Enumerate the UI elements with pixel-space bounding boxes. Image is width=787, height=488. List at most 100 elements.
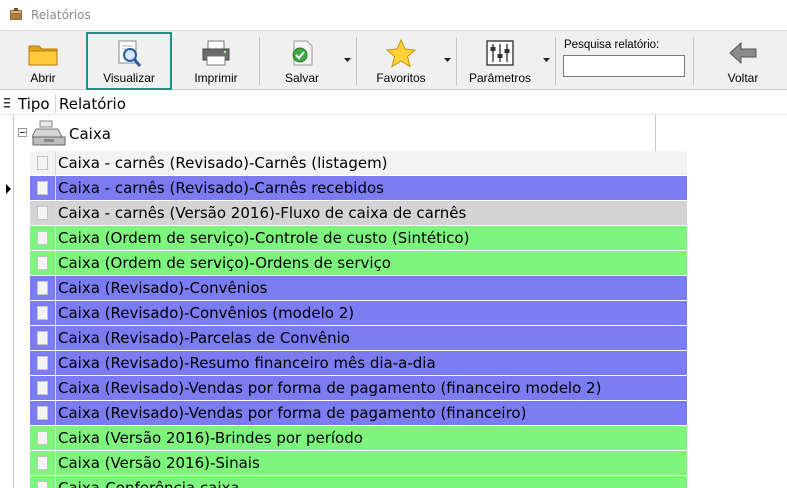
report-row[interactable]: Caixa (Revisado)-Convênios (modelo 2)	[30, 301, 687, 326]
report-row[interactable]: Caixa (Versão 2016)-Sinais	[30, 451, 687, 476]
report-document-icon	[37, 156, 48, 170]
report-rows: Caixa - carnês (Revisado)-Carnês (listag…	[30, 151, 687, 488]
report-name: Caixa (Revisado)-Vendas por forma de pag…	[58, 404, 527, 422]
report-name: Caixa (Revisado)-Convênios	[58, 279, 268, 297]
type-cell	[30, 251, 56, 275]
folder-icon	[28, 45, 58, 66]
report-document-icon	[37, 206, 48, 220]
column-header: Tipo Relatório	[0, 91, 787, 115]
report-document-icon	[37, 231, 48, 245]
report-document-icon	[37, 281, 48, 295]
report-name: Caixa (Revisado)-Vendas por forma de pag…	[58, 379, 602, 397]
type-cell	[30, 476, 56, 488]
sliders-icon	[486, 40, 514, 66]
report-name: Caixa (Versão 2016)-Sinais	[58, 454, 260, 472]
print-button[interactable]: Imprimir	[178, 33, 254, 88]
reports-grid: Tipo Relatório Caixa Caixa - carnês (Rev…	[0, 91, 787, 488]
save-document-icon	[292, 40, 313, 66]
current-row-arrow-icon	[6, 184, 11, 194]
print-label: Imprimir	[194, 71, 238, 85]
type-cell	[30, 151, 56, 175]
report-row[interactable]: Caixa - carnês (Versão 2016)-Fluxo de ca…	[30, 201, 687, 226]
group-name: Caixa	[69, 125, 111, 143]
report-document-icon	[37, 356, 48, 370]
type-cell	[30, 376, 56, 400]
collapse-toggle-icon[interactable]	[18, 128, 27, 137]
toolbar-separator	[456, 37, 457, 85]
open-button[interactable]: Abrir	[4, 33, 82, 88]
report-document-icon	[37, 381, 48, 395]
back-arrow-icon	[729, 41, 757, 65]
type-cell	[30, 226, 56, 250]
printer-icon	[202, 40, 230, 66]
report-row[interactable]: Caixa (Ordem de serviço)-Ordens de servi…	[30, 251, 687, 276]
parameters-dropdown-chevron-icon[interactable]	[543, 58, 550, 62]
report-name: Caixa - carnês (Revisado)-Carnês recebid…	[58, 179, 384, 197]
report-name: Caixa - carnês (Revisado)-Carnês (listag…	[58, 154, 388, 172]
report-name: Caixa-Conferência caixa	[58, 479, 240, 488]
report-name: Caixa (Revisado)-Parcelas de Convênio	[58, 329, 350, 347]
report-row[interactable]: Caixa (Revisado)-Vendas por forma de pag…	[30, 376, 687, 401]
report-document-icon	[37, 481, 48, 488]
report-row[interactable]: Caixa - carnês (Revisado)-Carnês recebid…	[30, 176, 687, 201]
save-label: Salvar	[284, 71, 319, 85]
magnifier-document-icon	[118, 40, 142, 67]
title-bar: Relatórios	[0, 0, 787, 30]
report-name: Caixa (Versão 2016)-Brindes por período	[58, 429, 363, 447]
type-cell	[30, 451, 56, 475]
favorites-label: Favoritos	[376, 71, 426, 85]
search-label: Pesquisa relatório:	[564, 39, 660, 51]
back-label: Voltar	[727, 71, 759, 85]
view-label: Visualizar	[103, 71, 155, 85]
report-name: Caixa (Revisado)-Convênios (modelo 2)	[58, 304, 355, 322]
type-cell	[30, 176, 56, 200]
report-row[interactable]: Caixa (Versão 2016)-Brindes por período	[30, 426, 687, 451]
type-cell	[30, 401, 56, 425]
report-row[interactable]: Caixa - carnês (Revisado)-Carnês (listag…	[30, 151, 687, 176]
toolbar-separator	[693, 37, 694, 85]
report-row[interactable]: Caixa (Revisado)-Convênios	[30, 276, 687, 301]
favorites-dropdown-chevron-icon[interactable]	[444, 58, 451, 62]
report-search: Pesquisa relatório:	[560, 37, 688, 81]
save-button[interactable]: Salvar	[264, 33, 340, 88]
open-label: Abrir	[30, 71, 56, 85]
report-row[interactable]: Caixa (Ordem de serviço)-Controle de cus…	[30, 226, 687, 251]
toolbar-separator	[555, 37, 556, 85]
type-cell	[30, 276, 56, 300]
report-row[interactable]: Caixa (Revisado)-Parcelas de Convênio	[30, 326, 687, 351]
back-button[interactable]: Voltar	[704, 33, 782, 88]
type-cell	[30, 326, 56, 350]
report-document-icon	[37, 181, 48, 195]
report-name: Caixa (Revisado)-Resumo financeiro mês d…	[58, 354, 436, 372]
type-cell	[30, 351, 56, 375]
reports-app-icon	[10, 8, 22, 20]
report-name: Caixa (Ordem de serviço)-Ordens de servi…	[58, 254, 391, 272]
report-document-icon	[37, 306, 48, 320]
report-document-icon	[37, 256, 48, 270]
column-header-type[interactable]: Tipo	[18, 95, 50, 113]
report-search-input[interactable]	[563, 55, 685, 77]
parameters-button[interactable]: Parâmetros	[460, 33, 540, 88]
report-name: Caixa - carnês (Versão 2016)-Fluxo de ca…	[58, 204, 467, 222]
report-row[interactable]: Caixa (Revisado)-Resumo financeiro mês d…	[30, 351, 687, 376]
report-row[interactable]: Caixa-Conferência caixa	[30, 476, 687, 488]
type-cell	[30, 201, 56, 225]
save-dropdown-chevron-icon[interactable]	[344, 58, 351, 62]
report-name: Caixa (Ordem de serviço)-Controle de cus…	[58, 229, 470, 247]
window-title: Relatórios	[31, 8, 91, 22]
column-header-report[interactable]: Relatório	[59, 95, 126, 113]
type-cell	[30, 301, 56, 325]
view-button[interactable]: Visualizar	[86, 32, 172, 90]
favorites-button[interactable]: Favoritos	[362, 33, 440, 88]
report-row[interactable]: Caixa (Revisado)-Vendas por forma de pag…	[30, 401, 687, 426]
toolbar-separator	[259, 37, 260, 85]
column-divider[interactable]	[55, 93, 56, 113]
row-indicator-gutter	[0, 115, 14, 488]
row-selector-icon[interactable]	[4, 98, 10, 108]
toolbar-separator	[356, 37, 357, 85]
toolbar: Abrir Visualizar Imprimir Salvar Favorit…	[0, 30, 787, 90]
group-row-caixa[interactable]: Caixa	[14, 115, 656, 151]
parameters-label: Parâmetros	[468, 71, 532, 85]
report-document-icon	[37, 431, 48, 445]
cash-register-icon	[32, 120, 66, 146]
